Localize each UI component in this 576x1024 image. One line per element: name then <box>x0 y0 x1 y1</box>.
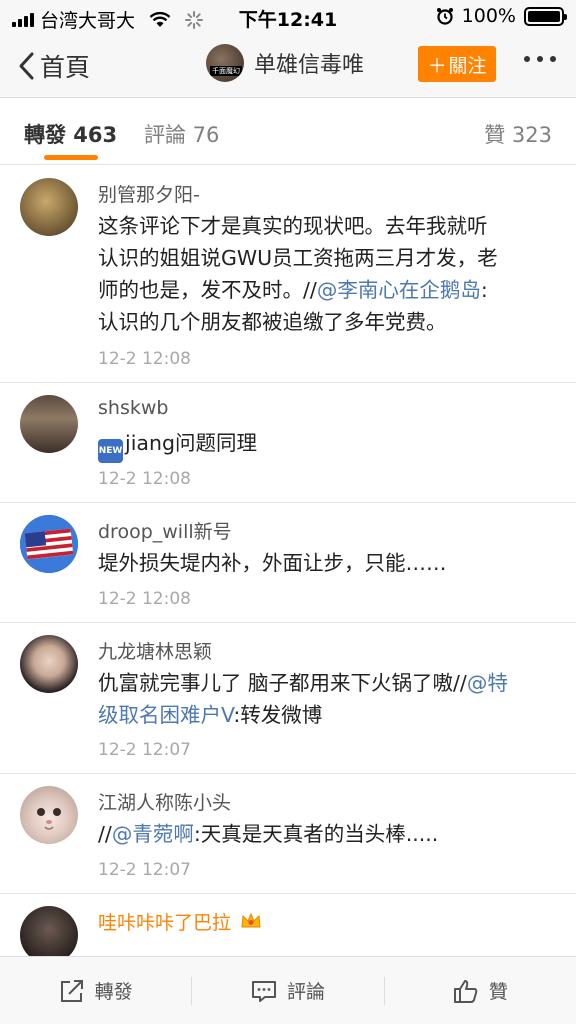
comment-text: //@青菀啊:天真是天真者的当头棒..... <box>98 818 558 850</box>
avatar[interactable] <box>20 786 78 844</box>
back-label: 首頁 <box>40 53 91 82</box>
username[interactable]: 哇咔咔咔了巴拉 <box>98 908 262 935</box>
thumbs-up-icon <box>453 979 478 1003</box>
chevron-left-icon <box>19 52 34 80</box>
tab-comment[interactable]: 評論 76 <box>144 119 219 149</box>
avatar[interactable] <box>20 515 78 573</box>
username[interactable]: 九龙塘林思颖 <box>98 637 212 664</box>
text-span: :天真是天真者的当头棒..... <box>193 822 439 846</box>
comment-icon <box>251 980 276 1002</box>
tabs: 轉發 463 評論 76 贊 323 <box>0 99 576 165</box>
us-flag-icon <box>20 515 78 573</box>
back-button[interactable]: 首頁 <box>16 48 90 84</box>
alarm-icon <box>436 8 453 25</box>
new-emoji-icon: NEW <box>98 439 123 463</box>
text-line: 级取名困难户V:转发微博 <box>98 699 558 731</box>
tab-like[interactable]: 贊 323 <box>484 119 552 149</box>
timestamp: 12-2 12:08 <box>98 469 191 489</box>
nav-bar: 首頁 千面魔幻 单雄信毒唯 ＋ 關注 <box>0 34 576 98</box>
text-span: 师的也是，发不及时。// <box>98 278 317 302</box>
mention-link[interactable]: @李南心在企鹅岛 <box>317 278 481 302</box>
status-right: 100% <box>436 5 567 27</box>
text-span: // <box>98 822 112 846</box>
list-item[interactable]: shskwb NEW jiang问题同理 12-2 12:08 <box>0 383 576 503</box>
status-bar: 台湾大哥大 下午12:41 100% <box>0 0 576 34</box>
comment-button[interactable]: 評論 <box>192 957 383 1024</box>
repost-label: 轉發 <box>94 981 133 1003</box>
avatar[interactable]: 千面魔幻 <box>206 44 244 82</box>
text-line: 师的也是，发不及时。//@李南心在企鹅岛: <box>98 274 558 306</box>
comment-text: 堤外损失堤内补，外面让步，只能…… <box>98 551 447 575</box>
text-line: 认识的姐姐说GWU员工资拖两三月才发，老 <box>98 246 498 270</box>
active-tab-indicator <box>44 155 98 160</box>
list-item[interactable]: droop_will新号 堤外损失堤内补，外面让步，只能…… 12-2 12:0… <box>0 503 576 623</box>
repost-button[interactable]: 轉發 <box>0 957 191 1024</box>
comment-label: 評論 <box>286 981 325 1003</box>
username[interactable]: shskwb <box>98 397 168 419</box>
share-icon <box>60 979 83 1002</box>
comment-text: 仇富就完事儿了 脑子都用来下火锅了嗷//@特 级取名困难户V:转发微博 <box>98 667 558 731</box>
timestamp: 12-2 12:08 <box>98 589 191 609</box>
avatar[interactable] <box>20 395 78 453</box>
username[interactable]: 别管那夕阳- <box>98 180 200 207</box>
nav-profile[interactable]: 千面魔幻 单雄信毒唯 <box>206 44 364 82</box>
text-line: 仇富就完事儿了 脑子都用来下火锅了嗷//@特 <box>98 667 558 699</box>
list-item[interactable]: 江湖人称陈小头 //@青菀啊:天真是天真者的当头棒..... 12-2 12:0… <box>0 774 576 894</box>
repost-list: 别管那夕阳- 这条评论下才是真实的现状吧。去年我就听 认识的姐姐说GWU员工资拖… <box>0 166 576 984</box>
tab-repost[interactable]: 轉發 463 <box>24 119 117 149</box>
text-span: jiang问题同理 <box>125 431 257 455</box>
mention-link[interactable]: 级取名困难户V <box>98 703 233 727</box>
battery-icon <box>524 6 567 26</box>
text-line: 认识的几个朋友都被追缴了多年党费。 <box>98 310 447 334</box>
bottom-action-bar: 轉發 評論 贊 <box>0 956 576 1024</box>
username-text: 哇咔咔咔了巴拉 <box>98 912 232 934</box>
cat-face-icon <box>37 808 61 830</box>
like-button[interactable]: 贊 <box>385 957 576 1024</box>
page-title: 单雄信毒唯 <box>254 53 365 78</box>
text-span: 仇富就完事儿了 脑子都用来下火锅了嗷// <box>98 671 467 695</box>
username[interactable]: droop_will新号 <box>98 517 232 544</box>
avatar-caption: 千面魔幻 <box>210 66 242 76</box>
more-options-icon[interactable] <box>524 56 556 62</box>
plus-icon: ＋ <box>427 54 447 77</box>
like-label: 贊 <box>488 981 508 1003</box>
battery-percent: 100% <box>461 5 516 27</box>
text-span: :转发微博 <box>233 703 323 727</box>
avatar[interactable] <box>20 178 78 236</box>
crown-icon <box>241 912 261 928</box>
list-item[interactable]: 别管那夕阳- 这条评论下才是真实的现状吧。去年我就听 认识的姐姐说GWU员工资拖… <box>0 166 576 383</box>
text-span: : <box>480 278 488 302</box>
timestamp: 12-2 12:07 <box>98 860 191 880</box>
comment-text: NEW jiang问题同理 <box>98 427 558 463</box>
username[interactable]: 江湖人称陈小头 <box>98 788 231 815</box>
timestamp: 12-2 12:08 <box>98 349 191 369</box>
mention-link[interactable]: @青菀啊 <box>112 822 194 846</box>
follow-label: 關注 <box>448 54 487 77</box>
comment-text: 这条评论下才是真实的现状吧。去年我就听 认识的姐姐说GWU员工资拖两三月才发，老… <box>98 210 558 338</box>
follow-button[interactable]: ＋ 關注 <box>418 46 496 82</box>
text-line: 这条评论下才是真实的现状吧。去年我就听 <box>98 214 488 238</box>
timestamp: 12-2 12:07 <box>98 740 191 760</box>
avatar[interactable] <box>20 635 78 693</box>
list-item[interactable]: 九龙塘林思颖 仇富就完事儿了 脑子都用来下火锅了嗷//@特 级取名困难户V:转发… <box>0 623 576 774</box>
mention-link[interactable]: @特 <box>467 671 508 695</box>
